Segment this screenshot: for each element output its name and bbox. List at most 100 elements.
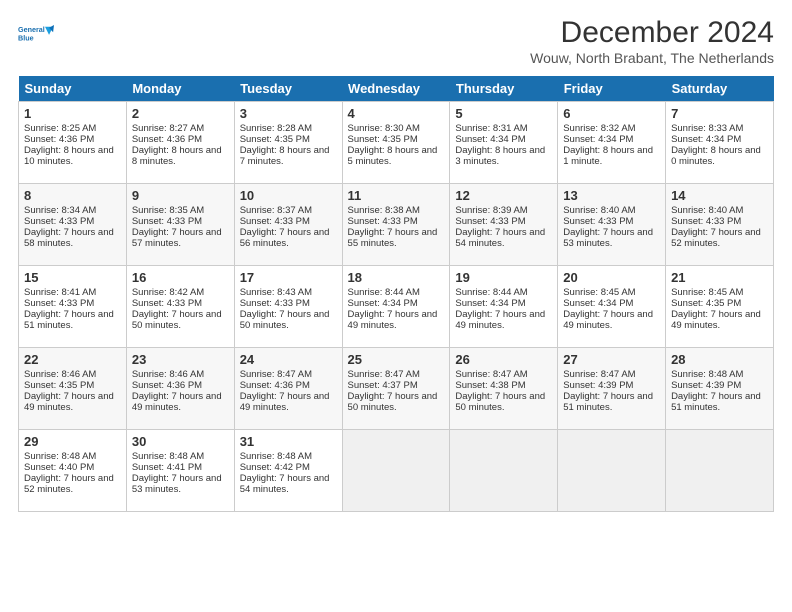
cell-text: Sunset: 4:33 PM bbox=[671, 216, 768, 227]
cell-text: Daylight: 7 hours and 50 minutes. bbox=[240, 309, 337, 331]
cell-text: Sunset: 4:39 PM bbox=[671, 380, 768, 391]
cell-text: Sunrise: 8:47 AM bbox=[563, 369, 660, 380]
cell-text: Sunset: 4:36 PM bbox=[132, 380, 229, 391]
cell-text: Daylight: 7 hours and 53 minutes. bbox=[563, 227, 660, 249]
day-number: 26 bbox=[455, 352, 552, 367]
day-number: 10 bbox=[240, 188, 337, 203]
cell-text: Daylight: 8 hours and 3 minutes. bbox=[455, 145, 552, 167]
cell-3-2: 16Sunrise: 8:42 AMSunset: 4:33 PMDayligh… bbox=[126, 266, 234, 348]
cell-1-3: 3Sunrise: 8:28 AMSunset: 4:35 PMDaylight… bbox=[234, 102, 342, 184]
cell-text: Daylight: 7 hours and 52 minutes. bbox=[24, 473, 121, 495]
cell-text: Sunrise: 8:48 AM bbox=[671, 369, 768, 380]
cell-text: Sunrise: 8:45 AM bbox=[671, 287, 768, 298]
day-number: 18 bbox=[348, 270, 445, 285]
day-number: 12 bbox=[455, 188, 552, 203]
day-number: 21 bbox=[671, 270, 768, 285]
cell-text: Sunrise: 8:25 AM bbox=[24, 123, 121, 134]
cell-text: Daylight: 7 hours and 54 minutes. bbox=[455, 227, 552, 249]
cell-text: Daylight: 8 hours and 1 minute. bbox=[563, 145, 660, 167]
cell-1-4: 4Sunrise: 8:30 AMSunset: 4:35 PMDaylight… bbox=[342, 102, 450, 184]
cell-4-2: 23 Sunrise: 8:46 AMSunset: 4:36 PMDayligh… bbox=[126, 348, 234, 430]
cell-text: Sunrise: 8:47 AM bbox=[240, 369, 337, 380]
day-number: 13 bbox=[563, 188, 660, 203]
cell-text: Sunrise: 8:44 AM bbox=[348, 287, 445, 298]
cell-text: Daylight: 7 hours and 52 minutes. bbox=[671, 227, 768, 249]
page: GeneralBlue December 2024 Wouw, North Br… bbox=[0, 0, 792, 522]
day-number: 7 bbox=[671, 106, 768, 121]
cell-text: Sunrise: 8:47 AM bbox=[455, 369, 552, 380]
cell-text: Sunrise: 8:31 AM bbox=[455, 123, 552, 134]
cell-2-5: 12Sunrise: 8:39 AMSunset: 4:33 PMDayligh… bbox=[450, 184, 558, 266]
day-number: 19 bbox=[455, 270, 552, 285]
cell-text: Sunset: 4:35 PM bbox=[240, 134, 337, 145]
subtitle: Wouw, North Brabant, The Netherlands bbox=[530, 50, 774, 66]
header: GeneralBlue December 2024 Wouw, North Br… bbox=[18, 16, 774, 66]
svg-text:General: General bbox=[18, 25, 45, 34]
cell-text: Daylight: 8 hours and 8 minutes. bbox=[132, 145, 229, 167]
header-row: Sunday Monday Tuesday Wednesday Thursday… bbox=[19, 76, 774, 102]
cell-1-5: 5Sunrise: 8:31 AMSunset: 4:34 PMDaylight… bbox=[450, 102, 558, 184]
cell-text: Sunrise: 8:43 AM bbox=[240, 287, 337, 298]
cell-text: Sunset: 4:41 PM bbox=[132, 462, 229, 473]
cell-1-2: 2Sunrise: 8:27 AMSunset: 4:36 PMDaylight… bbox=[126, 102, 234, 184]
cell-text: Sunrise: 8:41 AM bbox=[24, 287, 121, 298]
cell-3-1: 15Sunrise: 8:41 AMSunset: 4:33 PMDayligh… bbox=[19, 266, 127, 348]
cell-2-7: 14Sunrise: 8:40 AMSunset: 4:33 PMDayligh… bbox=[666, 184, 774, 266]
col-monday: Monday bbox=[126, 76, 234, 102]
day-number: 1 bbox=[24, 106, 121, 121]
cell-text: Sunrise: 8:37 AM bbox=[240, 205, 337, 216]
cell-text: Sunset: 4:36 PM bbox=[24, 134, 121, 145]
cell-text: Sunrise: 8:46 AM bbox=[132, 369, 229, 380]
cell-1-7: 7Sunrise: 8:33 AMSunset: 4:34 PMDaylight… bbox=[666, 102, 774, 184]
cell-text: Sunset: 4:39 PM bbox=[563, 380, 660, 391]
week-row-1: 1Sunrise: 8:25 AMSunset: 4:36 PMDaylight… bbox=[19, 102, 774, 184]
day-number: 17 bbox=[240, 270, 337, 285]
cell-5-1: 29Sunrise: 8:48 AMSunset: 4:40 PMDayligh… bbox=[19, 430, 127, 512]
day-number: 20 bbox=[563, 270, 660, 285]
cell-text: Daylight: 7 hours and 54 minutes. bbox=[240, 473, 337, 495]
day-number: 23 bbox=[132, 352, 229, 367]
cell-text: Sunrise: 8:40 AM bbox=[563, 205, 660, 216]
cell-text: Sunrise: 8:48 AM bbox=[24, 451, 121, 462]
calendar-body: 1Sunrise: 8:25 AMSunset: 4:36 PMDaylight… bbox=[19, 102, 774, 512]
cell-2-3: 10Sunrise: 8:37 AMSunset: 4:33 PMDayligh… bbox=[234, 184, 342, 266]
cell-text: Sunset: 4:33 PM bbox=[24, 216, 121, 227]
cell-text: Daylight: 7 hours and 49 minutes. bbox=[24, 391, 121, 413]
cell-text: Sunset: 4:38 PM bbox=[455, 380, 552, 391]
day-number: 3 bbox=[240, 106, 337, 121]
title-block: December 2024 Wouw, North Brabant, The N… bbox=[530, 16, 774, 66]
cell-text: Sunset: 4:35 PM bbox=[671, 298, 768, 309]
cell-text: Daylight: 8 hours and 5 minutes. bbox=[348, 145, 445, 167]
cell-text: Sunrise: 8:32 AM bbox=[563, 123, 660, 134]
day-number: 6 bbox=[563, 106, 660, 121]
cell-text: Sunrise: 8:38 AM bbox=[348, 205, 445, 216]
cell-text: Sunrise: 8:48 AM bbox=[240, 451, 337, 462]
cell-text: Sunset: 4:34 PM bbox=[455, 134, 552, 145]
cell-3-3: 17Sunrise: 8:43 AMSunset: 4:33 PMDayligh… bbox=[234, 266, 342, 348]
cell-text: Sunrise: 8:33 AM bbox=[671, 123, 768, 134]
cell-text: Daylight: 7 hours and 55 minutes. bbox=[348, 227, 445, 249]
cell-text: Sunrise: 8:42 AM bbox=[132, 287, 229, 298]
cell-5-6 bbox=[558, 430, 666, 512]
day-number: 16 bbox=[132, 270, 229, 285]
cell-text: Sunset: 4:33 PM bbox=[24, 298, 121, 309]
cell-5-3: 31Sunrise: 8:48 AMSunset: 4:42 PMDayligh… bbox=[234, 430, 342, 512]
cell-text: Sunset: 4:33 PM bbox=[455, 216, 552, 227]
cell-text: Daylight: 7 hours and 56 minutes. bbox=[240, 227, 337, 249]
cell-3-4: 18Sunrise: 8:44 AMSunset: 4:34 PMDayligh… bbox=[342, 266, 450, 348]
week-row-4: 22Sunrise: 8:46 AMSunset: 4:35 PMDayligh… bbox=[19, 348, 774, 430]
logo-icon: GeneralBlue bbox=[18, 16, 54, 52]
day-number: 27 bbox=[563, 352, 660, 367]
cell-text: Daylight: 7 hours and 49 minutes. bbox=[132, 391, 229, 413]
cell-text: Sunset: 4:37 PM bbox=[348, 380, 445, 391]
cell-text: Daylight: 7 hours and 53 minutes. bbox=[132, 473, 229, 495]
cell-2-1: 8Sunrise: 8:34 AMSunset: 4:33 PMDaylight… bbox=[19, 184, 127, 266]
cell-5-5 bbox=[450, 430, 558, 512]
day-number: 11 bbox=[348, 188, 445, 203]
day-number: 9 bbox=[132, 188, 229, 203]
cell-text: Daylight: 7 hours and 51 minutes. bbox=[563, 391, 660, 413]
cell-text: Daylight: 8 hours and 0 minutes. bbox=[671, 145, 768, 167]
cell-text: Daylight: 7 hours and 50 minutes. bbox=[132, 309, 229, 331]
col-friday: Friday bbox=[558, 76, 666, 102]
cell-text: Sunset: 4:36 PM bbox=[132, 134, 229, 145]
